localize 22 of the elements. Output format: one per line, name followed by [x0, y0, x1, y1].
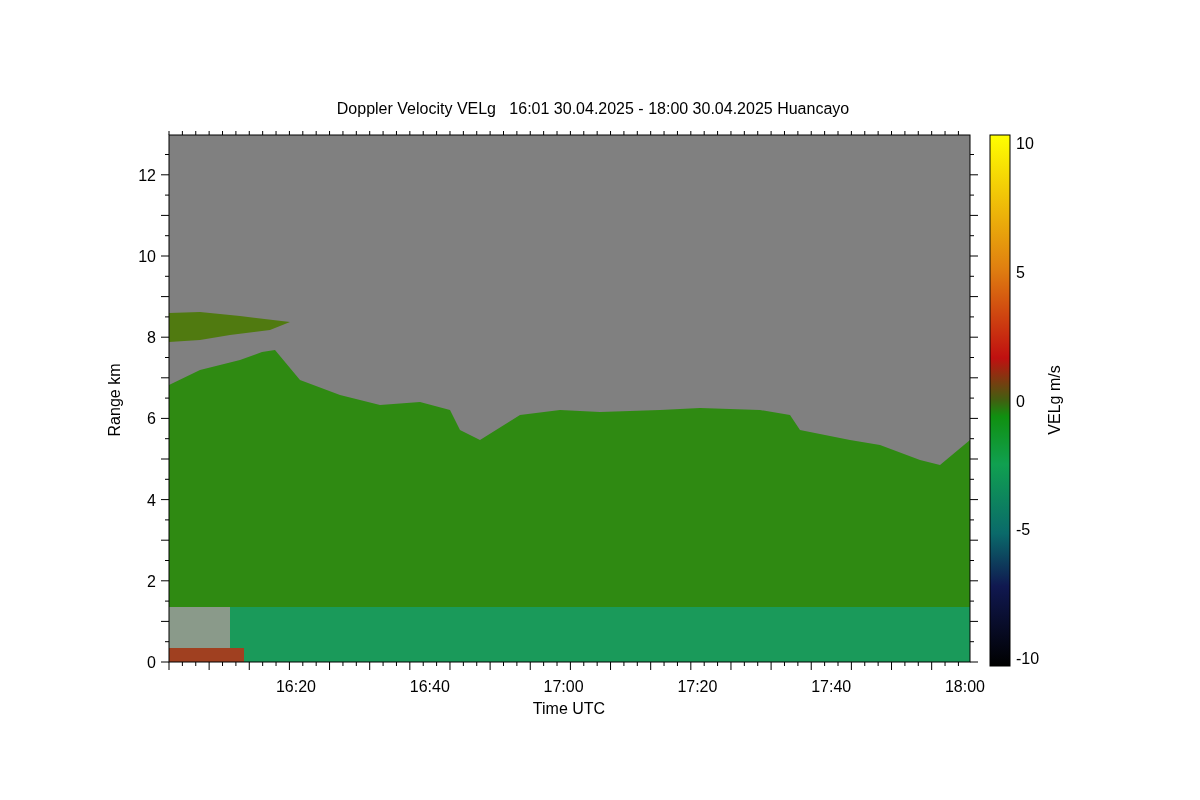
x-tick-label: 18:00	[945, 678, 985, 695]
y-tick-label: 8	[147, 329, 156, 347]
colorbar-tick-label: 10	[1016, 135, 1034, 152]
colorbar-tick-label: 5	[1016, 263, 1025, 281]
y-axis-label: Range km	[106, 363, 123, 437]
x-tick-label: 16:40	[409, 678, 450, 695]
colorbar-tick-label: -10	[1016, 650, 1040, 667]
y-tick-label: 2	[147, 572, 156, 590]
y-tick-label: 12	[138, 166, 156, 184]
colorbar-tick-label: -5	[1016, 521, 1031, 539]
x-tick-label: 16:20	[276, 678, 316, 695]
y-tick-label: 0	[147, 654, 156, 671]
y-tick-label: 6	[147, 410, 156, 428]
colorbar-label: VELg m/s	[1046, 365, 1063, 435]
chart-title: Doppler Velocity VELg 16:01 30.04.2025 - 18:00 30.04.2025 Huancayo	[336, 100, 850, 117]
y-tick-label: 10	[138, 248, 156, 265]
x-axis-label: Time UTC	[532, 700, 606, 717]
colorbar-tick-label: 0	[1016, 392, 1025, 410]
y-tick-label: 4	[147, 491, 156, 509]
x-tick-label: 17:00	[543, 678, 584, 695]
x-tick-label: 17:20	[677, 678, 718, 695]
x-tick-label: 17:40	[811, 678, 852, 695]
